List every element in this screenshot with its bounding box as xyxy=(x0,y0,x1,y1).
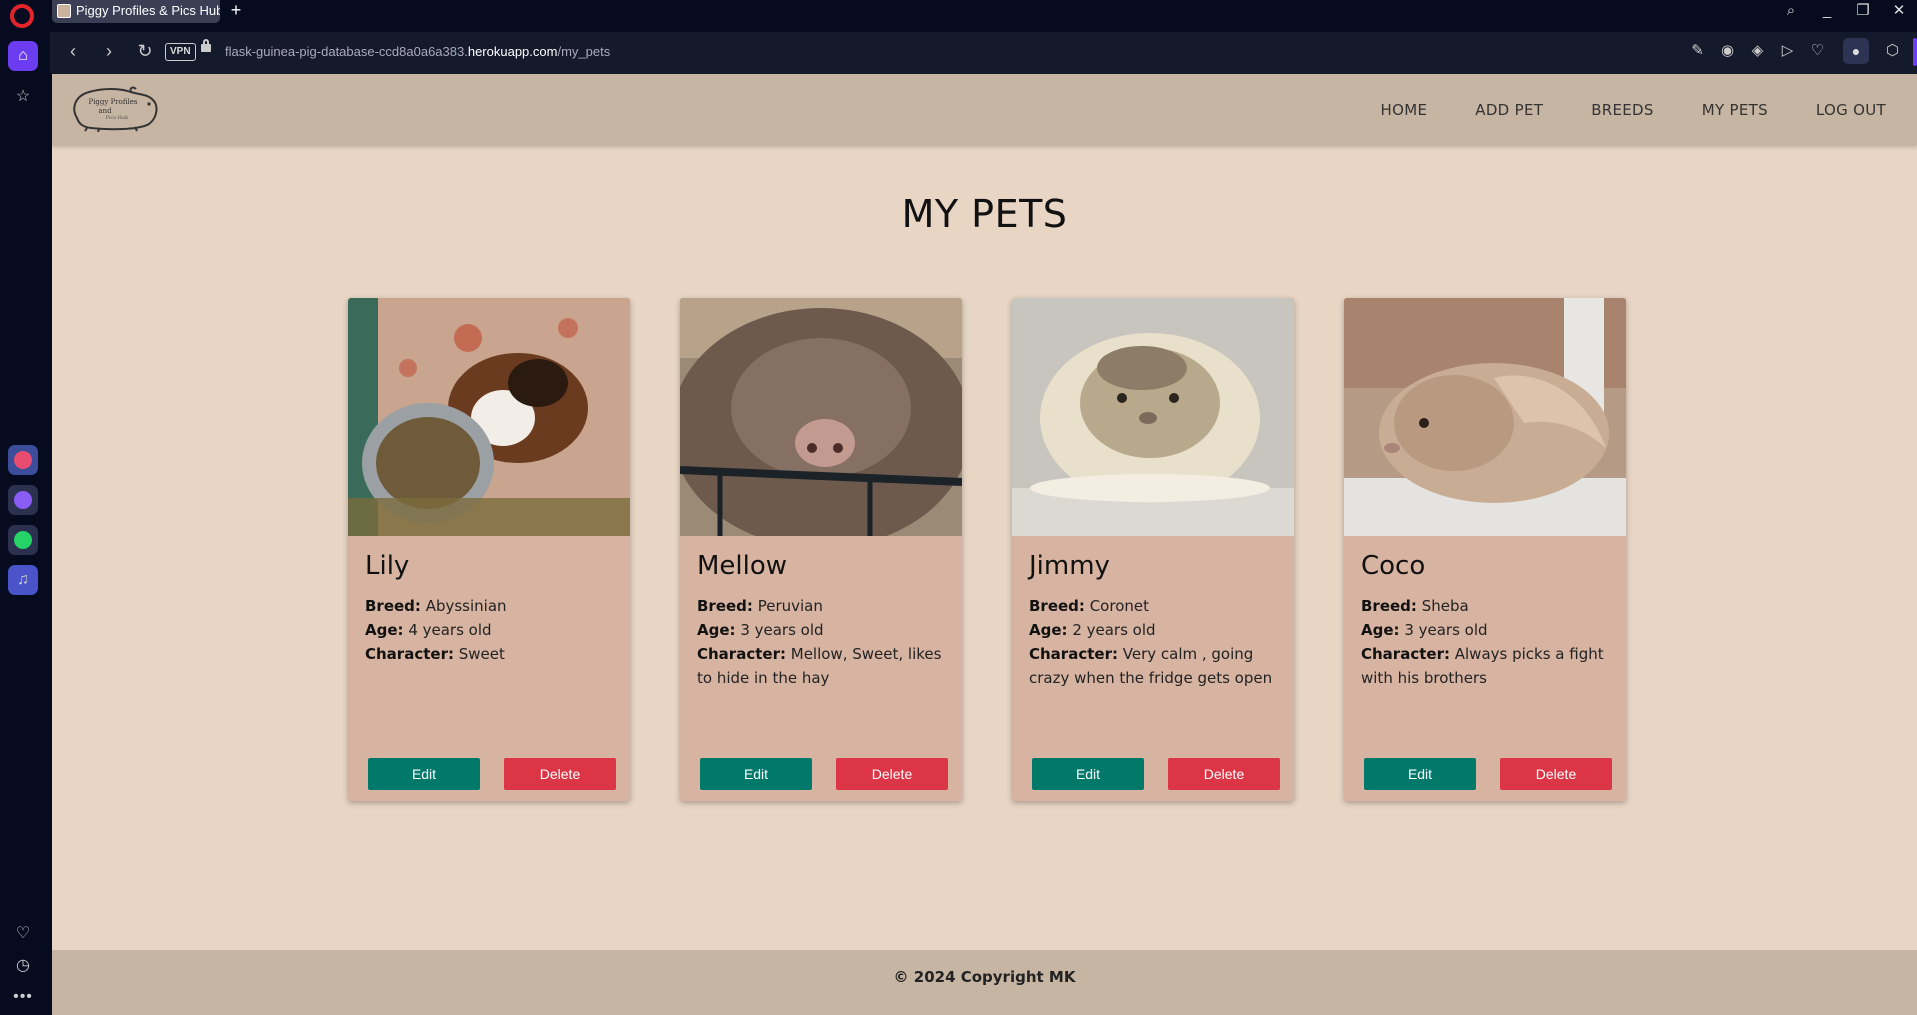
character-label: Character: xyxy=(697,645,786,663)
home-icon[interactable]: ⌂ xyxy=(8,41,38,71)
edit-button[interactable]: Edit xyxy=(1032,758,1144,790)
nav-links: HOME ADD PET BREEDS MY PETS LOG OUT xyxy=(1381,74,1917,145)
character-label: Character: xyxy=(365,645,454,663)
shield-icon[interactable]: ◈ xyxy=(1748,41,1767,59)
age-label: Age: xyxy=(365,621,404,639)
pet-card: Coco Breed: Sheba Age: 3 years old Chara… xyxy=(1344,298,1626,801)
new-tab-button[interactable]: + xyxy=(226,1,246,21)
nav-log-out[interactable]: LOG OUT xyxy=(1816,101,1886,119)
tab-title: Piggy Profiles & Pics Hub xyxy=(76,3,220,18)
vpn-badge[interactable]: VPN xyxy=(165,43,196,61)
pet-breed: Coronet xyxy=(1089,597,1149,615)
site-logo-icon[interactable]: Piggy Profiles and Pics Hub xyxy=(69,84,161,132)
pet-age: 3 years old xyxy=(740,621,824,639)
pet-cards: Lily Breed: Abyssinian Age: 4 years old … xyxy=(348,298,1626,801)
pet-age: 3 years old xyxy=(1404,621,1488,639)
delete-button[interactable]: Delete xyxy=(1500,758,1612,790)
pet-photo xyxy=(680,298,962,536)
site-footer: © 2024 Copyright MK xyxy=(52,950,1917,1015)
extensions-icon[interactable]: ⬡ xyxy=(1886,41,1899,59)
whatsapp-icon[interactable] xyxy=(8,525,38,555)
pet-breed: Abyssinian xyxy=(425,597,507,615)
delete-button[interactable]: Delete xyxy=(836,758,948,790)
history-icon[interactable]: ◷ xyxy=(8,950,38,980)
music-player-icon[interactable]: ♫ xyxy=(8,565,38,595)
star-icon[interactable]: ☆ xyxy=(8,81,38,111)
page-viewport: Piggy Profiles and Pics Hub HOME ADD PET… xyxy=(50,74,1917,1015)
favorites-icon[interactable]: ♡ xyxy=(1808,41,1827,59)
aria-icon[interactable] xyxy=(8,445,38,475)
nav-my-pets[interactable]: MY PETS xyxy=(1702,101,1768,119)
accent-bar xyxy=(1913,38,1917,66)
back-icon[interactable]: ‹ xyxy=(62,41,84,62)
heart-icon[interactable]: ♡ xyxy=(8,918,38,948)
pet-card: Mellow Breed: Peruvian Age: 3 years old … xyxy=(680,298,962,801)
pet-breed: Peruvian xyxy=(757,597,823,615)
edit-icon[interactable]: ✎ xyxy=(1688,41,1707,59)
reload-icon[interactable]: ↻ xyxy=(134,41,156,62)
character-label: Character: xyxy=(1361,645,1450,663)
url-host: herokuapp.com xyxy=(467,44,558,59)
pet-name: Mellow xyxy=(697,551,788,581)
restore-icon[interactable]: ❐ xyxy=(1855,0,1871,24)
age-label: Age: xyxy=(697,621,736,639)
character-label: Character: xyxy=(1029,645,1118,663)
browser-sidebar: ⌂ ☆ ♫ ♡ ◷ ••• xyxy=(0,32,50,1015)
search-icon[interactable]: ⌕ xyxy=(1783,0,1799,24)
pet-name: Coco xyxy=(1361,551,1426,581)
address-bar: ‹ › ↻ VPN flask-guinea-pig-database-ccd8… xyxy=(50,32,1917,74)
pet-details: Breed: Coronet Age: 2 years old Characte… xyxy=(1029,594,1280,690)
pet-card: Jimmy Breed: Coronet Age: 2 years old Ch… xyxy=(1012,298,1294,801)
pet-age: 2 years old xyxy=(1072,621,1156,639)
url-field[interactable]: flask-guinea-pig-database-ccd8a0a6a383.h… xyxy=(225,44,610,59)
delete-button[interactable]: Delete xyxy=(504,758,616,790)
age-label: Age: xyxy=(1029,621,1068,639)
breed-label: Breed: xyxy=(697,597,753,615)
tab-favicon-icon xyxy=(57,4,71,18)
pet-photo xyxy=(348,298,630,536)
play-icon[interactable]: ▷ xyxy=(1778,41,1797,59)
pet-age: 4 years old xyxy=(408,621,492,639)
pet-details: Breed: Peruvian Age: 3 years old Charact… xyxy=(697,594,948,690)
pet-name: Lily xyxy=(365,551,410,581)
nav-breeds[interactable]: BREEDS xyxy=(1591,101,1654,119)
window-controls: ⌕ _ ❐ ✕ xyxy=(1783,0,1907,24)
camera-icon[interactable]: ◉ xyxy=(1718,41,1737,59)
url-path: /my_pets xyxy=(557,44,611,59)
breed-label: Breed: xyxy=(365,597,421,615)
pet-name: Jimmy xyxy=(1029,551,1110,581)
messenger-icon[interactable] xyxy=(8,485,38,515)
breed-label: Breed: xyxy=(1361,597,1417,615)
logo-text-line3: Pics Hub xyxy=(106,115,129,121)
logo-text-line1: Piggy Profiles xyxy=(88,98,137,106)
age-label: Age: xyxy=(1361,621,1400,639)
edit-button[interactable]: Edit xyxy=(368,758,480,790)
pet-character: Sweet xyxy=(458,645,505,663)
logo-text-line2: and xyxy=(98,107,112,115)
opera-logo-icon[interactable] xyxy=(10,4,34,28)
site-navbar: Piggy Profiles and Pics Hub HOME ADD PET… xyxy=(52,74,1917,145)
breed-label: Breed: xyxy=(1029,597,1085,615)
minimize-icon[interactable]: _ xyxy=(1819,0,1835,24)
browser-tab-strip: Piggy Profiles & Pics Hub + ⌕ _ ❐ ✕ xyxy=(0,0,1917,32)
url-prefix: flask-guinea-pig-database-ccd8a0a6a383. xyxy=(225,44,468,59)
edit-button[interactable]: Edit xyxy=(700,758,812,790)
pet-photo xyxy=(1344,298,1626,536)
nav-add-pet[interactable]: ADD PET xyxy=(1475,101,1543,119)
forward-icon[interactable]: › xyxy=(98,41,120,62)
browser-tab[interactable]: Piggy Profiles & Pics Hub xyxy=(52,0,220,23)
pet-photo xyxy=(1012,298,1294,536)
delete-button[interactable]: Delete xyxy=(1168,758,1280,790)
profile-icon[interactable]: ● xyxy=(1843,38,1869,64)
edit-button[interactable]: Edit xyxy=(1364,758,1476,790)
pet-details: Breed: Sheba Age: 3 years old Character:… xyxy=(1361,594,1612,690)
more-icon[interactable]: ••• xyxy=(8,982,38,1012)
page-title: MY PETS xyxy=(901,192,1068,236)
lock-icon[interactable] xyxy=(201,39,211,52)
pet-details: Breed: Abyssinian Age: 4 years old Chara… xyxy=(365,594,616,666)
close-icon[interactable]: ✕ xyxy=(1891,0,1907,24)
nav-home[interactable]: HOME xyxy=(1381,101,1428,119)
pet-breed: Sheba xyxy=(1421,597,1469,615)
pet-card: Lily Breed: Abyssinian Age: 4 years old … xyxy=(348,298,630,801)
